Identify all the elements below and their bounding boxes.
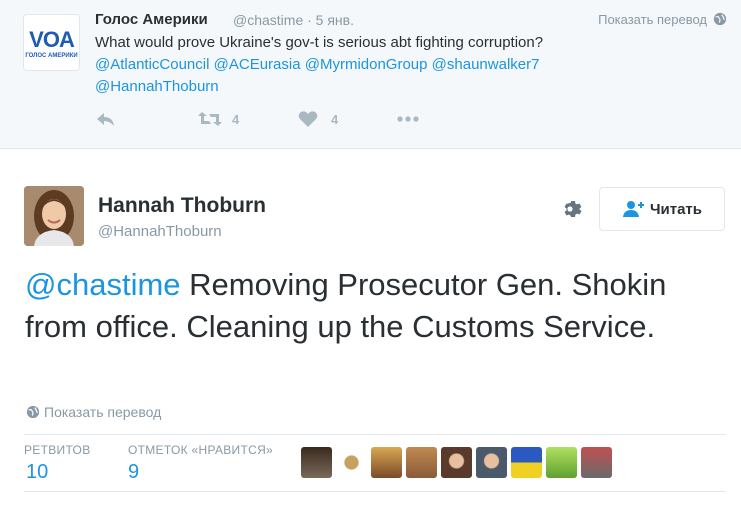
author-name[interactable]: Hannah Thoburn xyxy=(98,194,266,218)
mention-link[interactable]: @chastime xyxy=(25,267,181,302)
avatar-image xyxy=(24,186,84,246)
translate-link[interactable]: Показать перевод xyxy=(44,404,161,420)
mention-link[interactable]: @shaunwalker7 xyxy=(432,56,540,73)
author-avatar[interactable] xyxy=(24,186,84,246)
follow-button[interactable]: Читать xyxy=(599,187,725,231)
add-user-icon xyxy=(622,201,644,217)
mention-link[interactable]: @AtlanticCouncil xyxy=(95,56,209,73)
parent-translate-link[interactable]: Показать перевод xyxy=(598,12,707,27)
heart-icon xyxy=(298,111,318,127)
parent-tweet[interactable]: VOA ГОЛОС АМЕРИКИ Голос Америки @chastim… xyxy=(0,0,741,149)
reply-icon xyxy=(97,113,114,126)
parent-actions: 4 4 xyxy=(95,110,455,134)
parent-tweet-text: What would prove Ukraine's gov-t is seri… xyxy=(95,32,715,98)
more-dots-icon xyxy=(397,116,419,122)
favoriter-avatar[interactable] xyxy=(441,447,472,478)
voa-avatar[interactable]: VOA ГОЛОС АМЕРИКИ xyxy=(23,14,80,71)
globe-icon xyxy=(26,405,40,419)
tweet-stats: РЕТВИТОВ 10 ОТМЕТОК «НРАВИТСЯ» 9 xyxy=(24,434,726,492)
favoriter-avatar[interactable] xyxy=(476,447,507,478)
globe-icon[interactable] xyxy=(713,12,727,26)
favoriter-avatar[interactable] xyxy=(336,447,367,478)
parent-handle-date[interactable]: @chastime · 5 янв. xyxy=(233,12,354,28)
author-handle[interactable]: @HannahThoburn xyxy=(98,223,222,240)
voa-logo-subtext: ГОЛОС АМЕРИКИ xyxy=(25,53,78,59)
gear-icon[interactable] xyxy=(561,197,585,221)
parent-author-name[interactable]: Голос Америки xyxy=(95,11,208,28)
retweets-count[interactable]: 10 xyxy=(26,461,48,484)
mention-link[interactable]: @ACEurasia xyxy=(214,56,301,73)
favoriter-avatar[interactable] xyxy=(301,447,332,478)
mention-link[interactable]: @MyrmidonGroup xyxy=(305,56,428,73)
parent-text-body: What would prove Ukraine's gov-t is seri… xyxy=(95,34,544,51)
like-count: 4 xyxy=(331,111,339,127)
follow-label: Читать xyxy=(649,200,703,218)
favoriter-avatar[interactable] xyxy=(581,447,612,478)
retweet-count: 4 xyxy=(232,111,240,127)
voa-logo-text: VOA xyxy=(29,27,75,52)
more-button[interactable] xyxy=(396,110,420,128)
favoriter-avatar[interactable] xyxy=(406,447,437,478)
reply-button[interactable] xyxy=(95,110,117,128)
like-button[interactable]: 4 xyxy=(298,110,338,128)
retweets-label[interactable]: РЕТВИТОВ xyxy=(24,443,91,457)
favoriter-avatar[interactable] xyxy=(371,447,402,478)
favoriter-avatar[interactable] xyxy=(511,447,542,478)
tweet-text: @chastime Removing Prosecutor Gen. Shoki… xyxy=(25,264,725,348)
retweet-icon xyxy=(198,112,222,126)
favoriters-list xyxy=(301,447,612,478)
retweet-button[interactable]: 4 xyxy=(197,110,239,128)
mention-link[interactable]: @HannahThoburn xyxy=(95,78,219,95)
likes-count[interactable]: 9 xyxy=(128,461,139,484)
likes-label[interactable]: ОТМЕТОК «НРАВИТСЯ» xyxy=(128,443,273,457)
favoriter-avatar[interactable] xyxy=(546,447,577,478)
